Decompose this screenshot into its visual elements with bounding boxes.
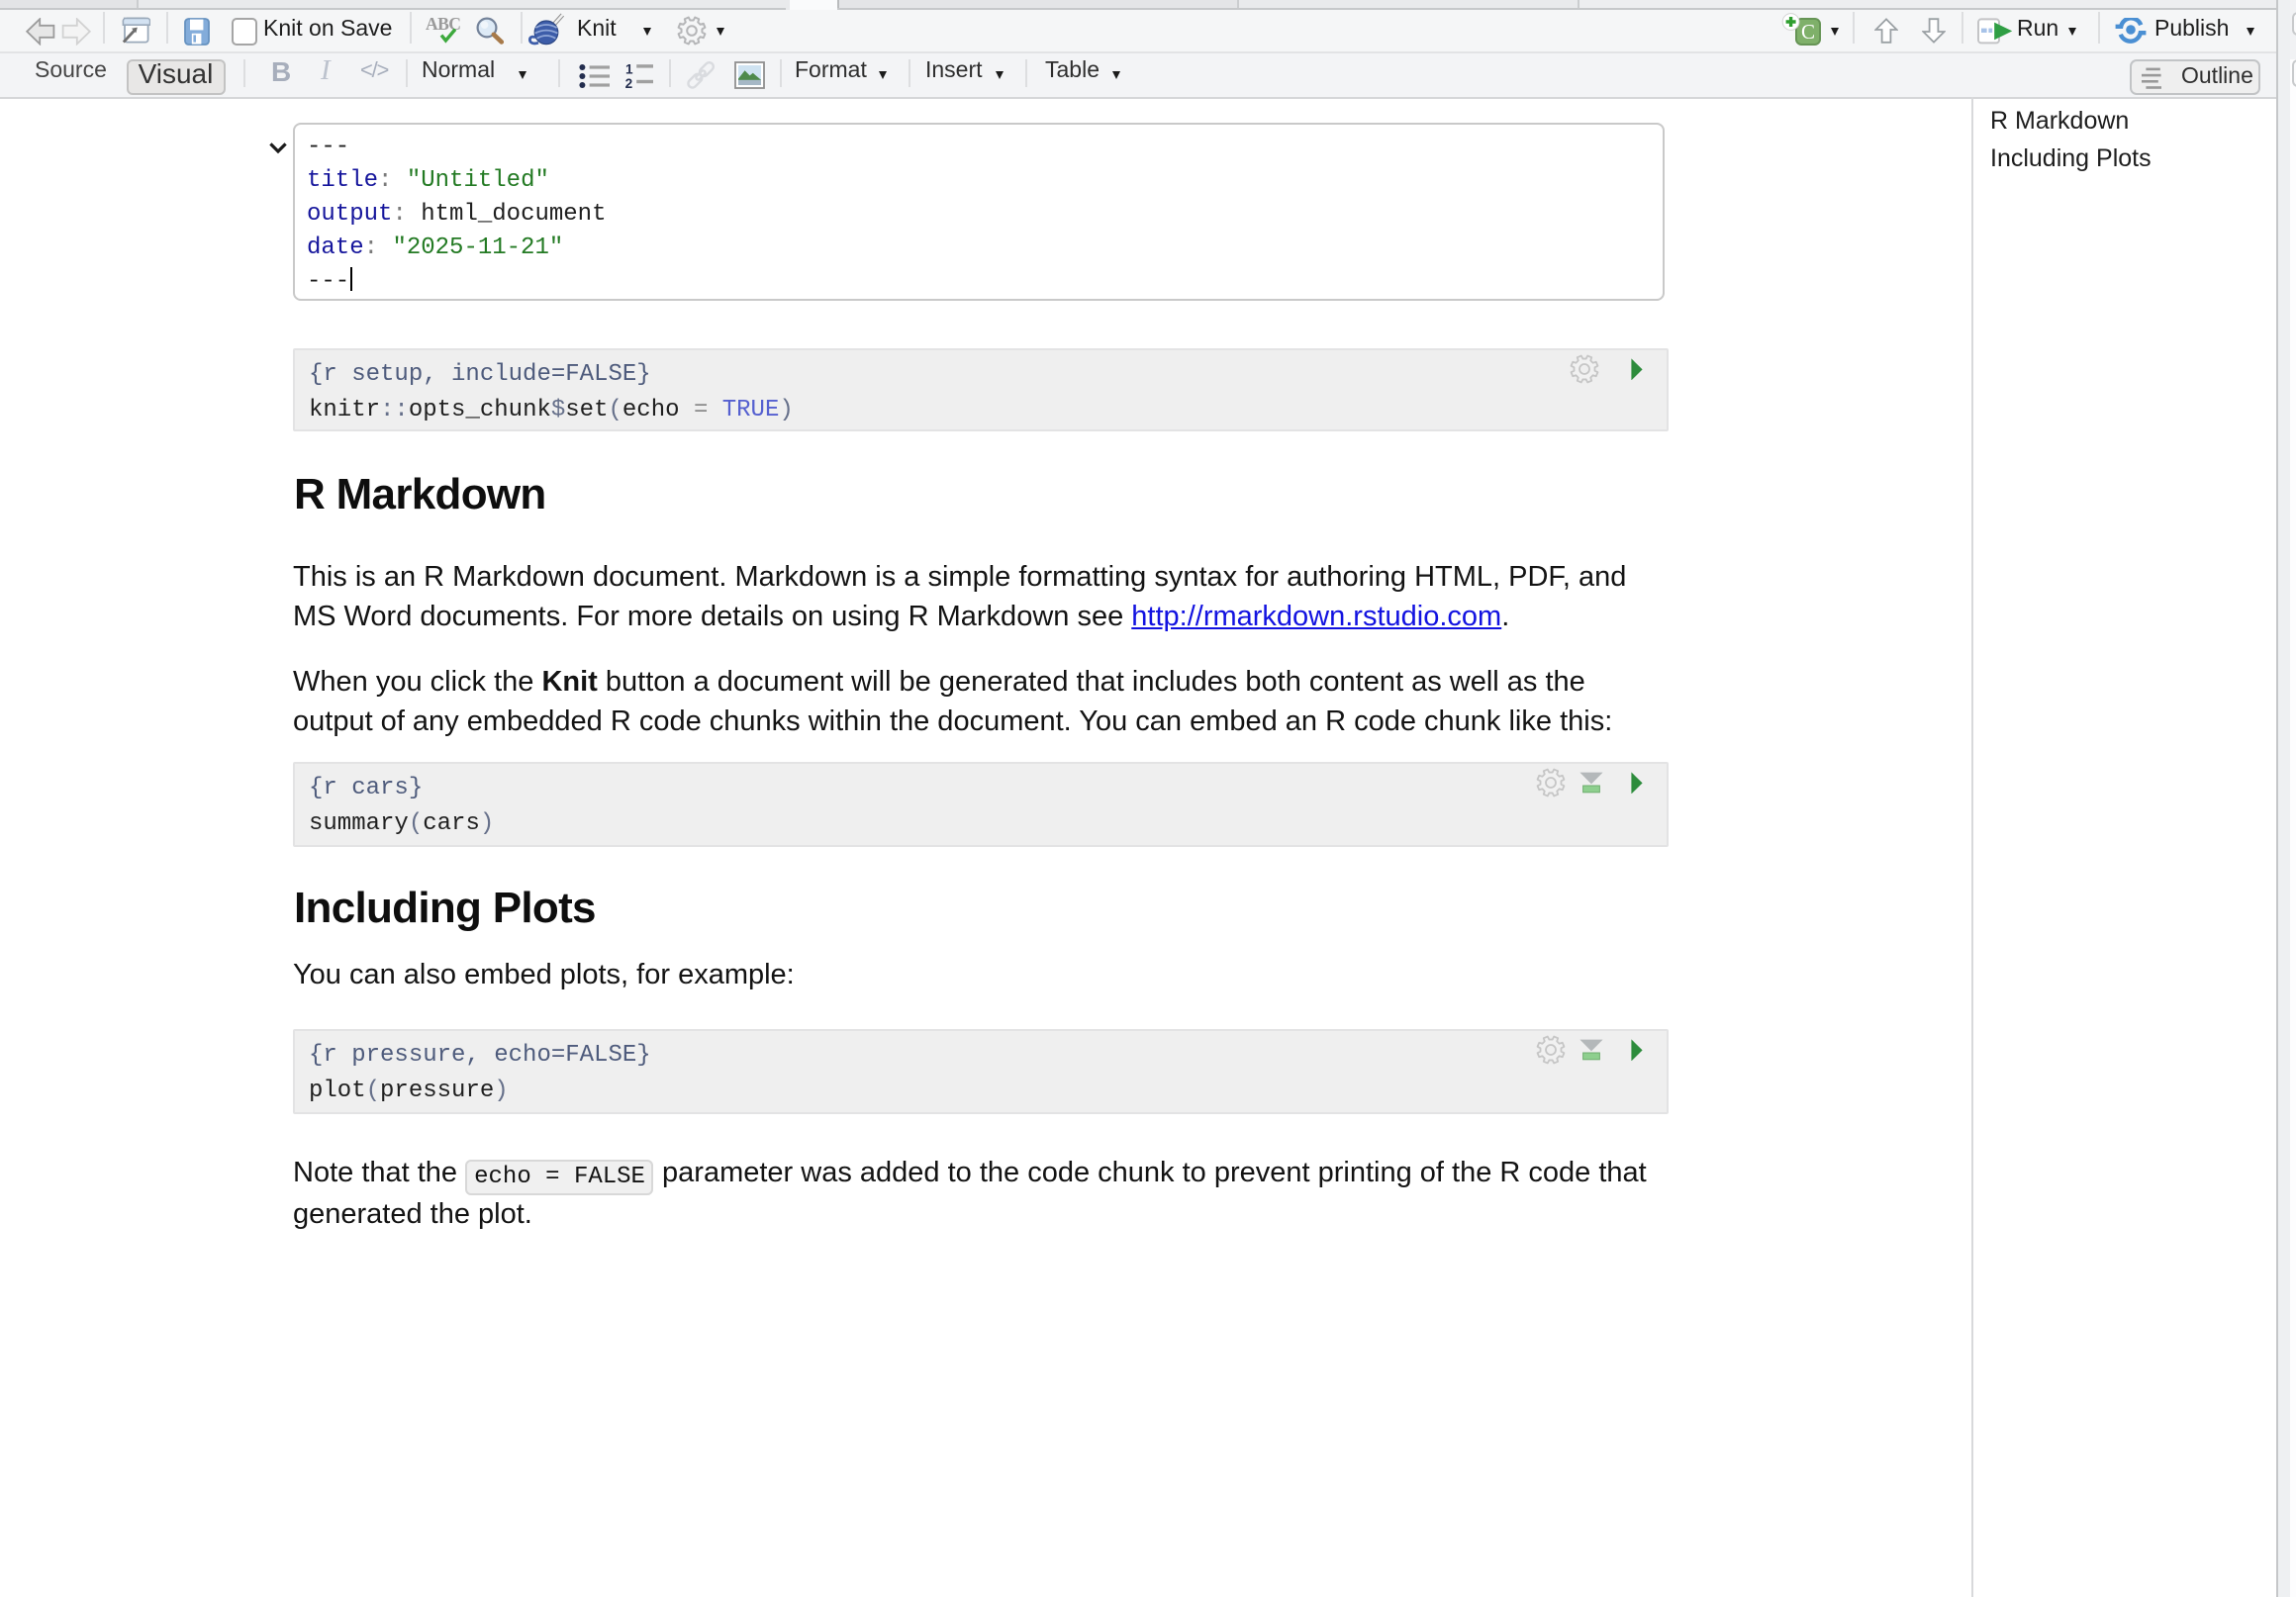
svg-text:C: C [1801,19,1815,43]
svg-text:2: 2 [624,76,632,89]
svg-text:1: 1 [624,61,632,76]
